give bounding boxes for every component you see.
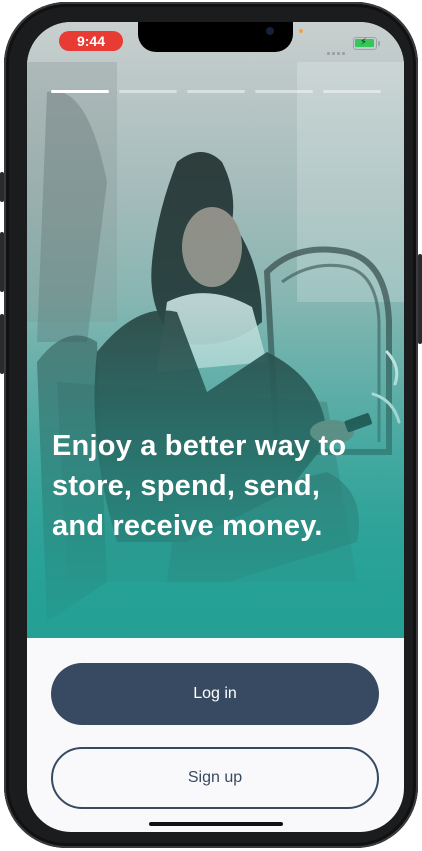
power-button: [418, 254, 422, 344]
volume-down-button: [0, 314, 4, 374]
progress-segment-5[interactable]: [323, 90, 381, 93]
progress-segment-1[interactable]: [51, 90, 109, 93]
onboarding-progress: [51, 90, 381, 94]
status-bar: 9:44 ⚡: [27, 22, 404, 62]
mute-switch: [0, 172, 4, 202]
progress-segment-4[interactable]: [255, 90, 313, 93]
privacy-indicator-icon: [299, 29, 303, 33]
front-camera-icon: [266, 27, 274, 35]
progress-segment-3[interactable]: [187, 90, 245, 93]
app-screen: 9:44 ⚡ Enjoy a better way to store, spen…: [27, 22, 404, 832]
status-time: 9:44: [59, 31, 123, 51]
login-button[interactable]: Log in: [51, 663, 379, 725]
camera-notch: [138, 22, 293, 52]
signup-button-label: Sign up: [187, 769, 243, 786]
volume-up-button: [0, 232, 4, 292]
phone-frame: 9:44 ⚡ Enjoy a better way to store, spen…: [0, 2, 422, 848]
cellular-signal-icon: [327, 40, 349, 55]
onboarding-headline: Enjoy a better way to store, spend, send…: [52, 430, 347, 542]
progress-segment-2[interactable]: [119, 90, 177, 93]
battery-charging-icon: ⚡: [353, 37, 380, 50]
login-button-label: Log in: [193, 685, 237, 702]
signup-button[interactable]: Sign up: [51, 747, 379, 809]
home-indicator[interactable]: [149, 822, 283, 826]
